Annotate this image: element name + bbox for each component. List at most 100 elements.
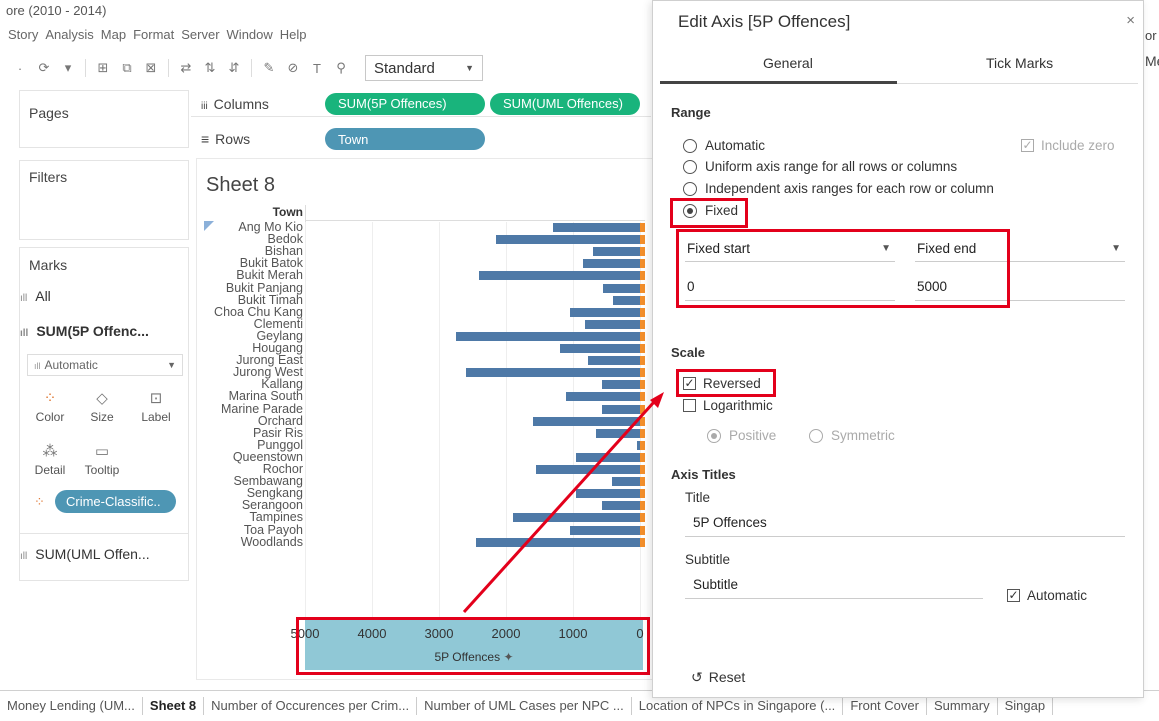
bar-5p[interactable] bbox=[593, 247, 640, 257]
mark-type-select[interactable]: ıll Automatic ▼ bbox=[27, 354, 183, 376]
town-label[interactable]: Bukit Timah bbox=[200, 293, 303, 306]
columns-pill-5p[interactable]: SUM(5P Offences) bbox=[325, 92, 485, 115]
radio-symmetric[interactable] bbox=[809, 428, 823, 443]
town-label[interactable]: Orchard bbox=[200, 414, 303, 427]
town-label[interactable]: Bukit Merah bbox=[200, 269, 303, 282]
menu-window[interactable]: Window bbox=[227, 27, 273, 42]
radio-uniform[interactable] bbox=[683, 159, 697, 174]
bar-5p[interactable] bbox=[512, 513, 640, 523]
bar-5p[interactable] bbox=[585, 319, 640, 329]
sheet-tab[interactable]: Front Cover bbox=[843, 697, 927, 715]
rows-shelf[interactable]: ≡ Rows Town bbox=[191, 126, 651, 152]
highlight-icon[interactable]: ✎ bbox=[257, 60, 281, 76]
town-label[interactable]: Tampines bbox=[200, 511, 304, 524]
reset-button[interactable]: ↺ Reset bbox=[691, 669, 745, 686]
bar-5p[interactable] bbox=[596, 428, 640, 438]
include-zero-option[interactable]: ✓ Include zero bbox=[1021, 138, 1115, 153]
group-icon[interactable]: ⊘ bbox=[281, 60, 305, 76]
subtitle-input[interactable]: Subtitle bbox=[685, 571, 983, 599]
back-icon[interactable]: · bbox=[8, 61, 32, 76]
sheet-tab[interactable]: Number of UML Cases per NPC ... bbox=[417, 697, 632, 715]
bar-5p[interactable] bbox=[559, 344, 640, 353]
bar-uml[interactable] bbox=[640, 416, 645, 426]
town-label[interactable]: Bukit Panjang bbox=[200, 281, 303, 294]
radio-positive[interactable] bbox=[707, 428, 721, 443]
menu-help[interactable]: Help bbox=[280, 27, 307, 42]
text-icon[interactable]: T bbox=[305, 61, 329, 76]
tab-general[interactable]: General bbox=[763, 55, 813, 71]
crime-classification-pill[interactable]: Crime-Classific.. bbox=[55, 490, 176, 513]
clear-sheet-icon[interactable]: ⊠ bbox=[139, 60, 163, 76]
menu-map[interactable]: Map bbox=[101, 27, 126, 42]
range-automatic-option[interactable]: Automatic bbox=[683, 138, 765, 153]
bar-uml[interactable] bbox=[640, 501, 645, 511]
bar-uml[interactable] bbox=[640, 404, 645, 414]
bar-5p[interactable] bbox=[532, 416, 640, 426]
include-zero-checkbox[interactable]: ✓ bbox=[1021, 139, 1034, 152]
sheet-tab[interactable]: Number of Occurences per Crim... bbox=[204, 697, 418, 715]
sheet-tab[interactable]: Location of NPCs in Singapore (... bbox=[632, 697, 844, 715]
town-label[interactable]: Toa Payoh bbox=[200, 523, 303, 536]
logarithmic-option[interactable]: Logarithmic bbox=[683, 398, 773, 413]
color-button[interactable]: ⁘ Color bbox=[27, 388, 73, 434]
bar-uml[interactable] bbox=[640, 283, 645, 293]
close-icon[interactable]: × bbox=[1126, 12, 1135, 29]
marks-sumuml[interactable]: ıll SUM(UML Offen... bbox=[20, 546, 150, 562]
sort-descending-icon[interactable]: ⇵ bbox=[222, 60, 246, 76]
title-input[interactable]: 5P Offences bbox=[685, 509, 1125, 537]
menu-format[interactable]: Format bbox=[133, 27, 174, 42]
bar-5p[interactable] bbox=[536, 465, 640, 474]
bar-5p[interactable] bbox=[569, 307, 640, 317]
sort-ascending-icon[interactable]: ⇅ bbox=[198, 60, 222, 76]
bar-5p[interactable] bbox=[465, 368, 640, 378]
bar-uml[interactable] bbox=[640, 319, 645, 329]
bar-5p[interactable] bbox=[576, 489, 640, 499]
bar-uml[interactable] bbox=[640, 235, 645, 245]
bar-5p[interactable] bbox=[495, 235, 640, 245]
fit-select[interactable]: Standard ▼ bbox=[365, 55, 483, 81]
bar-5p[interactable] bbox=[601, 404, 640, 414]
bar-5p[interactable] bbox=[602, 501, 640, 511]
pin-icon[interactable]: ⚲ bbox=[329, 60, 353, 76]
bar-uml[interactable] bbox=[640, 271, 645, 281]
bar-uml[interactable] bbox=[640, 525, 645, 535]
bar-uml[interactable] bbox=[640, 392, 645, 402]
bar-5p[interactable] bbox=[583, 259, 640, 269]
rows-pill-town[interactable]: Town bbox=[325, 128, 485, 150]
menu-server[interactable]: Server bbox=[181, 27, 219, 42]
bar-5p[interactable] bbox=[602, 380, 640, 390]
sheet-tab[interactable]: Sheet 8 bbox=[143, 697, 205, 715]
radio-automatic[interactable] bbox=[683, 138, 697, 153]
bar-5p[interactable] bbox=[479, 271, 640, 281]
bar-5p[interactable] bbox=[613, 295, 640, 305]
subtitle-automatic-checkbox[interactable]: ✓ bbox=[1007, 589, 1020, 602]
tooltip-button[interactable]: ▭ Tooltip bbox=[79, 441, 125, 487]
range-independent-option[interactable]: Independent axis ranges for each row or … bbox=[683, 181, 994, 196]
range-uniform-option[interactable]: Uniform axis range for all rows or colum… bbox=[683, 159, 957, 174]
logarithmic-checkbox[interactable] bbox=[683, 399, 696, 412]
size-button[interactable]: ◇ Size bbox=[79, 388, 125, 434]
bar-5p[interactable] bbox=[611, 477, 640, 487]
sheet-tab[interactable]: Singap bbox=[998, 697, 1054, 715]
town-label[interactable]: Woodlands bbox=[200, 535, 303, 548]
label-button[interactable]: ⊡ Label bbox=[133, 388, 179, 434]
bar-uml[interactable] bbox=[640, 380, 645, 390]
bar-5p[interactable] bbox=[566, 392, 640, 402]
bar-uml[interactable] bbox=[640, 513, 645, 523]
sheet-tab[interactable]: Summary bbox=[927, 697, 998, 715]
bar-uml[interactable] bbox=[640, 477, 645, 487]
marks-sum5p[interactable]: ıll SUM(5P Offenc... bbox=[20, 323, 149, 339]
bar-uml[interactable] bbox=[640, 452, 645, 462]
symmetric-option[interactable]: Symmetric bbox=[809, 428, 895, 443]
bar-uml[interactable] bbox=[640, 295, 645, 305]
bar-uml[interactable] bbox=[640, 307, 645, 317]
new-worksheet-icon[interactable]: ⊞ bbox=[91, 60, 115, 76]
bar-uml[interactable] bbox=[640, 331, 645, 341]
bar-uml[interactable] bbox=[640, 489, 645, 499]
subtitle-automatic-option[interactable]: ✓ Automatic bbox=[1007, 588, 1087, 603]
bar-5p[interactable] bbox=[576, 452, 640, 462]
bar-5p[interactable] bbox=[552, 223, 640, 232]
swap-icon[interactable]: ⇄ bbox=[174, 60, 198, 76]
positive-option[interactable]: Positive bbox=[707, 428, 776, 443]
menu-analysis[interactable]: Analysis bbox=[45, 27, 93, 42]
